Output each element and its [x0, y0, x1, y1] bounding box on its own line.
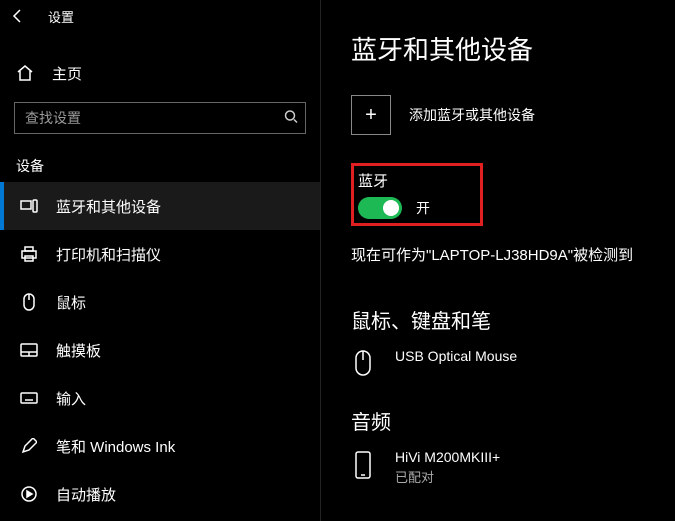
device-name: HiVi M200MKIII+ [395, 449, 500, 465]
bluetooth-toggle-highlight: 蓝牙 开 [351, 163, 483, 226]
device-item-mouse[interactable]: USB Optical Mouse [351, 348, 675, 376]
bluetooth-toggle[interactable] [358, 197, 402, 219]
app-title: 设置 [48, 7, 74, 26]
sidebar-item-label: 蓝牙和其他设备 [56, 196, 161, 217]
keyboard-icon [20, 392, 38, 404]
home-nav[interactable]: 主页 [0, 50, 320, 96]
printer-icon [20, 246, 38, 262]
toggle-state-label: 开 [416, 198, 430, 218]
discoverable-text: 现在可作为"LAPTOP-LJ38HD9A"被检测到 [351, 244, 675, 265]
plus-icon: + [351, 95, 391, 135]
search-icon [284, 110, 298, 127]
toggle-knob [383, 200, 399, 216]
touchpad-icon [20, 343, 38, 357]
device-name: USB Optical Mouse [395, 348, 517, 364]
group-title-audio: 音频 [351, 406, 675, 435]
add-device-label: 添加蓝牙或其他设备 [409, 105, 535, 125]
sidebar-item-label: 自动播放 [56, 484, 116, 505]
sidebar-item-label: 笔和 Windows Ink [56, 436, 175, 457]
pen-icon [20, 438, 38, 454]
sidebar-item-printers[interactable]: 打印机和扫描仪 [0, 230, 320, 278]
mouse-icon [20, 293, 38, 311]
devices-icon [20, 199, 38, 213]
sidebar-item-label: 触摸板 [56, 340, 101, 361]
search-input[interactable] [14, 102, 306, 134]
bluetooth-label: 蓝牙 [358, 170, 430, 191]
home-label: 主页 [52, 63, 82, 84]
sidebar-item-autoplay[interactable]: 自动播放 [0, 470, 320, 518]
device-status: 已配对 [395, 467, 500, 486]
sidebar-item-typing[interactable]: 输入 [0, 374, 320, 422]
add-device-button[interactable]: + 添加蓝牙或其他设备 [351, 95, 675, 135]
autoplay-icon [20, 486, 38, 502]
home-icon [16, 64, 34, 82]
sidebar-item-label: 打印机和扫描仪 [56, 244, 161, 265]
mouse-icon [351, 350, 375, 376]
group-title-mouse: 鼠标、键盘和笔 [351, 305, 675, 334]
sidebar-item-mouse[interactable]: 鼠标 [0, 278, 320, 326]
sidebar-item-touchpad[interactable]: 触摸板 [0, 326, 320, 374]
page-title: 蓝牙和其他设备 [351, 30, 675, 67]
back-button[interactable] [8, 6, 28, 26]
phone-icon [351, 451, 375, 479]
nav-list: 蓝牙和其他设备 打印机和扫描仪 鼠标 触摸板 输入 笔和 Windows Ink… [0, 182, 320, 518]
sidebar-item-pen[interactable]: 笔和 Windows Ink [0, 422, 320, 470]
section-label: 设备 [0, 134, 320, 182]
sidebar-item-bluetooth[interactable]: 蓝牙和其他设备 [0, 182, 320, 230]
sidebar-item-label: 输入 [56, 388, 86, 409]
device-item-audio[interactable]: HiVi M200MKIII+ 已配对 [351, 449, 675, 486]
arrow-left-icon [10, 8, 26, 24]
sidebar-item-label: 鼠标 [56, 292, 86, 313]
